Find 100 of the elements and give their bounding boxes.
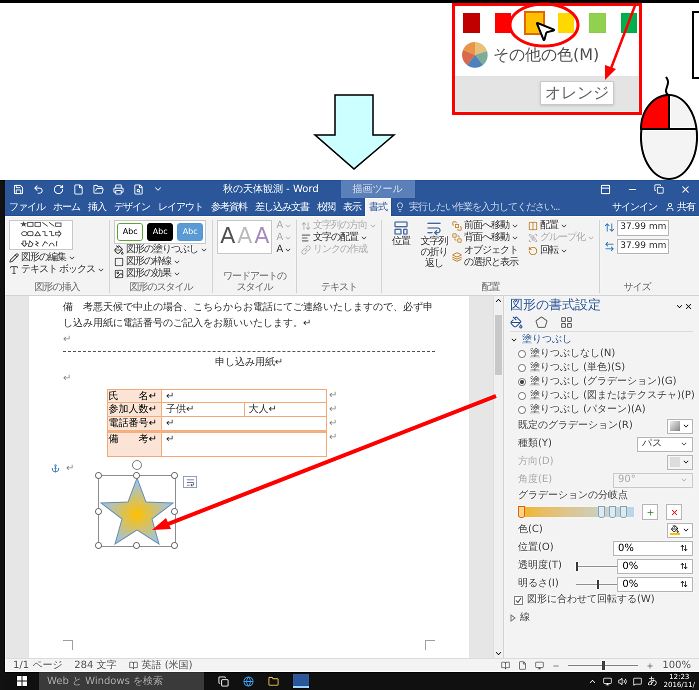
- size-field[interactable]: 37.99 mm: [617, 238, 670, 254]
- ribbon-button[interactable]: A: [276, 244, 292, 256]
- ribbon-options-icon[interactable]: [600, 184, 611, 194]
- style-sample[interactable]: Abc: [117, 223, 144, 241]
- more-colors-label[interactable]: その他の色(M): [493, 45, 600, 65]
- gradient-stop[interactable]: [518, 506, 525, 518]
- layout-options-button[interactable]: [183, 476, 198, 488]
- section-heading[interactable]: 線: [520, 612, 530, 624]
- ribbon-button[interactable]: 図形の効果: [114, 268, 208, 280]
- effects-tab-icon[interactable]: [535, 316, 548, 329]
- resize-handle[interactable]: [171, 472, 178, 479]
- web-layout-icon[interactable]: [535, 661, 544, 670]
- status-item[interactable]: 1/1 ページ: [13, 658, 62, 673]
- slider-thumb[interactable]: [597, 580, 600, 588]
- scroll-down-icon[interactable]: [494, 649, 503, 658]
- checkbox[interactable]: [514, 596, 523, 604]
- rotation-handle[interactable]: [132, 460, 142, 470]
- ribbon-button[interactable]: オブジェクトの選択と表示: [452, 244, 524, 269]
- close-icon[interactable]: [680, 184, 691, 194]
- spin-field[interactable]: 0%: [613, 540, 693, 556]
- resize-handle[interactable]: [133, 542, 140, 549]
- wordart-sample[interactable]: A: [220, 226, 236, 248]
- ribbon-button[interactable]: テキスト ボックス: [9, 264, 106, 276]
- ribbon-tab[interactable]: 校閲: [313, 198, 339, 216]
- ribbon-button[interactable]: 図形の編集: [9, 252, 106, 264]
- preview-icon[interactable]: [133, 184, 144, 194]
- radio-button[interactable]: [518, 406, 526, 414]
- radio-button[interactable]: [518, 350, 526, 358]
- notification-icon[interactable]: [632, 676, 642, 686]
- ribbon-tab[interactable]: レイアウト: [154, 198, 207, 216]
- search-field[interactable]: Web と Windows を検索: [39, 672, 204, 690]
- ribbon-tab[interactable]: 参考資料: [207, 198, 251, 216]
- zoom-percent[interactable]: 100%: [662, 658, 691, 673]
- layout-tab-icon[interactable]: [560, 316, 573, 329]
- zoom-in-icon[interactable]: [646, 662, 654, 670]
- close-icon[interactable]: [684, 302, 693, 310]
- add-stop-button[interactable]: [642, 504, 658, 520]
- print-layout-icon[interactable]: [518, 661, 528, 670]
- ribbon-button[interactable]: 回転: [528, 244, 596, 257]
- tell-me-field[interactable]: 実行したい作業を入力してください...: [409, 200, 560, 214]
- resize-handle[interactable]: [133, 472, 140, 479]
- new-file-icon[interactable]: [73, 184, 84, 194]
- ribbon-tab[interactable]: 表示: [339, 198, 365, 216]
- zoom-thumb[interactable]: [602, 661, 605, 670]
- ribbon-tab[interactable]: ファイル: [5, 198, 49, 216]
- resize-handle[interactable]: [171, 508, 178, 515]
- ribbon-button[interactable]: 図形の枠線: [114, 256, 208, 268]
- resize-handle[interactable]: [95, 508, 102, 515]
- large-ribbon-button[interactable]: 文字列の折り返し: [419, 220, 450, 269]
- ribbon-tab[interactable]: デザイン: [110, 198, 154, 216]
- redo-icon[interactable]: [53, 184, 64, 194]
- windows-logo-icon[interactable]: [17, 676, 27, 686]
- shapes-gallery[interactable]: [9, 220, 73, 250]
- size-field[interactable]: 37.99 mm: [617, 220, 670, 236]
- ribbon-button[interactable]: 配置: [528, 220, 596, 232]
- ribbon-tab[interactable]: ホーム: [49, 198, 84, 216]
- restore-icon[interactable]: [654, 184, 664, 194]
- ribbon-button[interactable]: 背面へ移動: [452, 232, 524, 244]
- network-icon[interactable]: [602, 676, 612, 686]
- radio-button[interactable]: [518, 364, 526, 372]
- radio-button[interactable]: [518, 392, 526, 400]
- radio-button[interactable]: [518, 378, 526, 386]
- ribbon-button[interactable]: 文字の配置: [301, 232, 378, 244]
- undo-icon[interactable]: [33, 184, 44, 194]
- radio-option[interactable]: 塗りつぶし (単色)(S): [510, 362, 626, 374]
- style-sample[interactable]: Abc: [147, 223, 174, 241]
- spin-field[interactable]: 0%: [617, 558, 693, 574]
- color-dropdown[interactable]: [667, 522, 693, 538]
- word-app-icon[interactable]: [293, 674, 309, 688]
- resize-handle[interactable]: [171, 542, 178, 549]
- resize-handle[interactable]: [95, 472, 102, 479]
- slider-thumb[interactable]: [576, 562, 578, 570]
- ime-indicator[interactable]: あ: [648, 674, 658, 688]
- status-item[interactable]: 英語 (米国): [142, 658, 193, 673]
- ribbon-button[interactable]: 前面へ移動: [452, 220, 524, 232]
- ribbon-button[interactable]: 図形の塗りつぶし: [114, 244, 208, 256]
- scroll-thumb[interactable]: [495, 315, 502, 375]
- sign-in-link[interactable]: サインイン: [612, 200, 657, 214]
- folder-icon[interactable]: [268, 676, 279, 686]
- speaker-icon[interactable]: [618, 676, 627, 686]
- gradient-preset-dropdown[interactable]: [667, 418, 693, 434]
- task-view-icon[interactable]: [218, 676, 229, 686]
- resize-handle[interactable]: [95, 542, 102, 549]
- expand-icon[interactable]: [510, 336, 518, 344]
- radio-option[interactable]: 塗りつぶしなし(N): [510, 348, 616, 360]
- scroll-up-icon[interactable]: [494, 296, 503, 305]
- ribbon-tab[interactable]: 書式: [365, 198, 391, 216]
- browser-icon[interactable]: [243, 676, 254, 686]
- printer-icon[interactable]: [113, 184, 124, 194]
- collapsed-icon[interactable]: [510, 614, 516, 622]
- section-heading[interactable]: 塗りつぶし: [522, 334, 572, 346]
- share-button[interactable]: 共有: [665, 200, 695, 214]
- status-item[interactable]: 284 文字: [74, 658, 117, 673]
- ribbon-tab[interactable]: 差し込み文書: [251, 198, 313, 216]
- proofing-icon[interactable]: [128, 661, 138, 670]
- vertical-scrollbar[interactable]: [493, 296, 503, 658]
- spin-field[interactable]: 0%: [617, 576, 693, 592]
- read-mode-icon[interactable]: [501, 661, 510, 670]
- fill-tab-icon[interactable]: [510, 316, 523, 329]
- type-dropdown[interactable]: パス: [637, 436, 693, 452]
